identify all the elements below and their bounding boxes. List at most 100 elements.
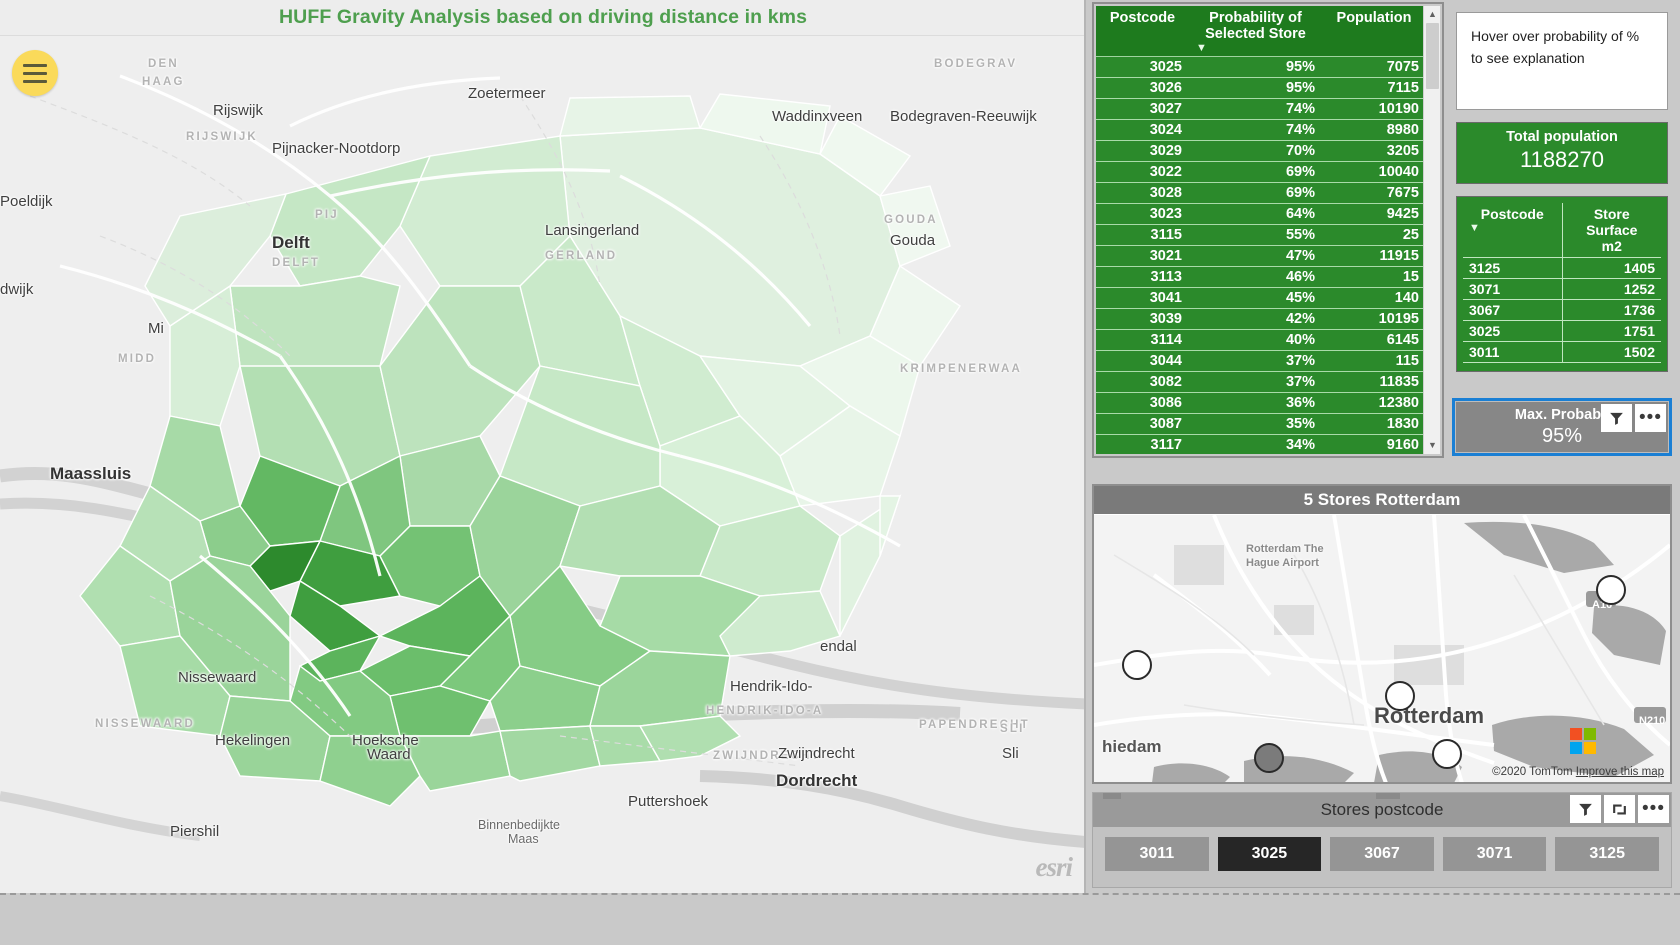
column-header-surface-postcode[interactable]: Postcode ▼ xyxy=(1463,203,1563,258)
cell-postcode[interactable]: 3041 xyxy=(1096,287,1189,309)
table-row[interactable]: 3021 47% 11915 xyxy=(1096,245,1426,267)
cell-probability[interactable]: 74% xyxy=(1189,98,1322,120)
cell-postcode[interactable]: 3044 xyxy=(1096,350,1189,372)
max-probability-inner[interactable]: Max. Probabil 95% ••• xyxy=(1455,401,1669,453)
slicer-option-3025[interactable]: 3025 xyxy=(1217,837,1322,871)
slicer-option-3071[interactable]: 3071 xyxy=(1442,837,1547,871)
table-row[interactable]: 3071 1252 xyxy=(1463,278,1661,300)
cell-postcode[interactable]: 3086 xyxy=(1096,392,1189,414)
scroll-up-icon[interactable]: ▲ xyxy=(1424,6,1440,23)
store-surface-table-card[interactable]: Postcode ▼ Store Surface m2 3125 1405 3071… xyxy=(1456,196,1668,372)
store-marker[interactable] xyxy=(1432,739,1462,769)
table-row[interactable]: 3025 95% 7075 xyxy=(1096,56,1426,78)
cell-probability[interactable]: 35% xyxy=(1189,413,1322,435)
column-header-probability[interactable]: Probability of Selected Store ▼ xyxy=(1189,6,1322,57)
more-options-ellipsis-icon[interactable]: ••• xyxy=(1638,795,1669,823)
table-row[interactable]: 3113 46% 15 xyxy=(1096,266,1426,288)
more-options-ellipsis-icon[interactable]: ••• xyxy=(1635,404,1666,432)
cell-postcode[interactable]: 3067 xyxy=(1463,299,1563,321)
cell-population[interactable]: 6145 xyxy=(1322,329,1426,351)
table-row[interactable]: 3023 64% 9425 xyxy=(1096,203,1426,225)
store-marker[interactable] xyxy=(1385,681,1415,711)
table-row[interactable]: 3067 1736 xyxy=(1463,299,1661,321)
cell-postcode[interactable]: 3029 xyxy=(1096,140,1189,162)
cell-probability[interactable]: 74% xyxy=(1189,119,1322,141)
cell-probability[interactable]: 55% xyxy=(1189,224,1322,246)
store-marker-selected[interactable] xyxy=(1254,743,1284,773)
store-marker[interactable] xyxy=(1596,575,1626,605)
probability-table-scrollbar[interactable]: ▲ ▼ xyxy=(1423,6,1440,454)
cell-postcode[interactable]: 3026 xyxy=(1096,77,1189,99)
table-row[interactable]: 3024 74% 8980 xyxy=(1096,119,1426,141)
cell-postcode[interactable]: 3071 xyxy=(1463,278,1563,300)
cell-postcode[interactable]: 3028 xyxy=(1096,182,1189,204)
focus-mode-icon[interactable] xyxy=(1604,795,1635,823)
cell-population[interactable]: 25 xyxy=(1322,224,1426,246)
cell-population[interactable]: 10190 xyxy=(1322,98,1426,120)
scroll-down-icon[interactable]: ▼ xyxy=(1424,437,1440,454)
cell-population[interactable]: 15 xyxy=(1322,266,1426,288)
cell-postcode[interactable]: 3024 xyxy=(1096,119,1189,141)
table-row[interactable]: 3025 1751 xyxy=(1463,320,1661,342)
cell-population[interactable]: 7075 xyxy=(1322,56,1426,78)
column-header-postcode[interactable]: Postcode xyxy=(1096,6,1189,57)
table-row[interactable]: 3086 36% 12380 xyxy=(1096,392,1426,414)
slicer-option-3125[interactable]: 3125 xyxy=(1555,837,1659,871)
cell-postcode[interactable]: 3011 xyxy=(1463,341,1563,363)
table-row[interactable]: 3115 55% 25 xyxy=(1096,224,1426,246)
cell-probability[interactable]: 45% xyxy=(1189,287,1322,309)
cell-postcode[interactable]: 3114 xyxy=(1096,329,1189,351)
cell-probability[interactable]: 42% xyxy=(1189,308,1322,330)
table-row[interactable]: 3125 1405 xyxy=(1463,257,1661,279)
cell-population[interactable]: 10040 xyxy=(1322,161,1426,183)
cell-population[interactable]: 10195 xyxy=(1322,308,1426,330)
cell-population[interactable]: 9425 xyxy=(1322,203,1426,225)
cell-population[interactable]: 11835 xyxy=(1322,371,1426,393)
cell-surface[interactable]: 1502 xyxy=(1562,341,1661,363)
cell-surface[interactable]: 1252 xyxy=(1562,278,1661,300)
cell-probability[interactable]: 70% xyxy=(1189,140,1322,162)
cell-probability[interactable]: 95% xyxy=(1189,77,1322,99)
cell-probability[interactable]: 37% xyxy=(1189,371,1322,393)
hamburger-menu-icon[interactable] xyxy=(12,50,58,96)
cell-probability[interactable]: 46% xyxy=(1189,266,1322,288)
funnel-filter-icon[interactable] xyxy=(1570,795,1601,823)
cell-probability[interactable]: 40% xyxy=(1189,329,1322,351)
store-marker[interactable] xyxy=(1122,650,1152,680)
cell-population[interactable]: 3205 xyxy=(1322,140,1426,162)
cell-postcode[interactable]: 3027 xyxy=(1096,98,1189,120)
cell-population[interactable]: 11915 xyxy=(1322,245,1426,267)
table-row[interactable]: 3039 42% 10195 xyxy=(1096,308,1426,330)
cell-probability[interactable]: 36% xyxy=(1189,392,1322,414)
table-row[interactable]: 3026 95% 7115 xyxy=(1096,77,1426,99)
funnel-filter-icon[interactable] xyxy=(1601,404,1632,432)
table-row[interactable]: 3011 1502 xyxy=(1463,341,1661,363)
cell-probability[interactable]: 64% xyxy=(1189,203,1322,225)
cell-population[interactable]: 140 xyxy=(1322,287,1426,309)
table-row[interactable]: 3087 35% 1830 xyxy=(1096,413,1426,435)
cell-surface[interactable]: 1405 xyxy=(1562,257,1661,279)
table-row[interactable]: 3041 45% 140 xyxy=(1096,287,1426,309)
cell-postcode[interactable]: 3021 xyxy=(1096,245,1189,267)
cell-probability[interactable]: 37% xyxy=(1189,350,1322,372)
cell-postcode[interactable]: 3115 xyxy=(1096,224,1189,246)
slicer-option-3011[interactable]: 3011 xyxy=(1105,837,1209,871)
cell-postcode[interactable]: 3087 xyxy=(1096,413,1189,435)
cell-population[interactable]: 9160 xyxy=(1322,434,1426,454)
cell-population[interactable]: 8980 xyxy=(1322,119,1426,141)
column-header-store-surface[interactable]: Store Surface m2 xyxy=(1562,203,1661,258)
cell-postcode[interactable]: 3039 xyxy=(1096,308,1189,330)
table-row[interactable]: 3029 70% 3205 xyxy=(1096,140,1426,162)
cell-population[interactable]: 7115 xyxy=(1322,77,1426,99)
cell-postcode[interactable]: 3023 xyxy=(1096,203,1189,225)
cell-postcode[interactable]: 3025 xyxy=(1096,56,1189,78)
cell-postcode[interactable]: 3113 xyxy=(1096,266,1189,288)
cell-postcode[interactable]: 3022 xyxy=(1096,161,1189,183)
table-row[interactable]: 3028 69% 7675 xyxy=(1096,182,1426,204)
table-row[interactable]: 3027 74% 10190 xyxy=(1096,98,1426,120)
cell-probability[interactable]: 47% xyxy=(1189,245,1322,267)
scrollbar-thumb[interactable] xyxy=(1426,23,1439,89)
max-probability-card[interactable]: Max. Probabil 95% ••• xyxy=(1452,398,1672,456)
cell-population[interactable]: 12380 xyxy=(1322,392,1426,414)
slicer-option-3067[interactable]: 3067 xyxy=(1330,837,1434,871)
